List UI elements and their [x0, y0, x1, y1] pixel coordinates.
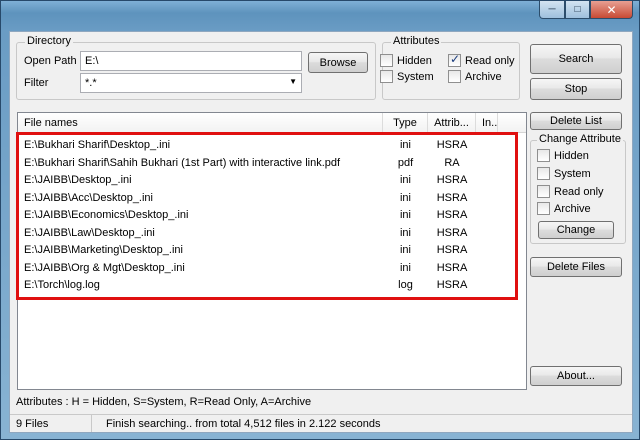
row-attrib: HSRA: [436, 191, 468, 204]
archive-checkbox[interactable]: Archive: [448, 70, 502, 83]
row-attrib: RA: [444, 156, 460, 169]
row-type: ini: [399, 139, 411, 151]
change-archive-checkbox[interactable]: Archive: [537, 202, 591, 215]
client-area: Directory Open Path E:\ Browse Filter *.…: [9, 31, 633, 433]
system-checkbox-label: System: [397, 70, 434, 83]
list-body: E:\Bukhari Sharif\Desktop_.ini ini HSRA E:…: [18, 133, 526, 294]
change-read-only-checkbox[interactable]: Read only: [537, 185, 604, 198]
row-type: ini: [399, 244, 411, 256]
change-button[interactable]: Change: [538, 221, 614, 239]
stop-button[interactable]: Stop: [530, 78, 622, 100]
status-bar: 9 Files Finish searching.. from total 4,…: [10, 414, 632, 432]
list-row[interactable]: E:\Bukhari Sharif\Sahih Bukhari (1st Par…: [18, 154, 526, 172]
list-row[interactable]: E:\JAIBB\Acc\Desktop_.ini ini HSRA: [18, 189, 526, 207]
file-list[interactable]: File names Type Attrib... In... E:\Bukha…: [17, 112, 527, 390]
column-file-names[interactable]: File names: [18, 113, 383, 132]
change-hidden-label: Hidden: [554, 149, 589, 162]
caption-buttons: ─ □ ✕: [539, 1, 633, 19]
change-archive-checkbox-box[interactable]: [537, 202, 550, 215]
filter-label: Filter: [24, 77, 49, 89]
row-attrib: HSRA: [436, 244, 468, 256]
list-row[interactable]: E:\JAIBB\Law\Desktop_.ini ini HSRA: [18, 224, 526, 242]
attributes-legend: Attributes : H = Hidden, S=System, R=Rea…: [16, 396, 312, 408]
row-file-name: E:\Bukhari Sharif\Sahih Bukhari (1st Par…: [24, 156, 341, 169]
change-hidden-checkbox-box[interactable]: [537, 149, 550, 162]
system-checkbox-box[interactable]: [380, 70, 393, 83]
list-row[interactable]: E:\JAIBB\Marketing\Desktop_.ini ini HSRA: [18, 241, 526, 259]
row-file-name: E:\Torch\log.log: [24, 279, 100, 291]
row-file-name: E:\JAIBB\Acc\Desktop_.ini: [24, 191, 153, 204]
row-attrib: HSRA: [436, 139, 468, 151]
delete-list-button[interactable]: Delete List: [530, 112, 622, 130]
attributes-group-title: Attributes: [391, 35, 442, 47]
delete-files-button[interactable]: Delete Files: [530, 257, 622, 277]
minimize-button[interactable]: ─: [539, 1, 565, 19]
list-row[interactable]: E:\JAIBB\Economics\Desktop_.ini ini HSRA: [18, 206, 526, 224]
filter-dropdown[interactable]: *.* ▼: [80, 73, 302, 93]
row-type: ini: [399, 191, 411, 204]
filter-value: *.*: [85, 77, 97, 89]
change-read-only-label: Read only: [554, 185, 604, 198]
row-file-name: E:\JAIBB\Desktop_.ini: [24, 174, 132, 186]
row-attrib: HSRA: [436, 279, 468, 291]
row-attrib: HSRA: [436, 209, 468, 221]
list-row[interactable]: E:\JAIBB\Org & Mgt\Desktop_.ini ini HSRA: [18, 259, 526, 277]
list-row[interactable]: E:\JAIBB\Desktop_.ini ini HSRA: [18, 171, 526, 189]
system-checkbox[interactable]: System: [380, 70, 434, 83]
column-type[interactable]: Type: [383, 113, 428, 132]
row-file-name: E:\JAIBB\Economics\Desktop_.ini: [24, 209, 189, 221]
directory-group-title: Directory: [25, 35, 74, 47]
list-row[interactable]: E:\Bukhari Sharif\Desktop_.ini ini HSRA: [18, 136, 526, 154]
hidden-checkbox-box[interactable]: [380, 54, 393, 67]
change-system-label: System: [554, 167, 591, 180]
change-hidden-checkbox[interactable]: Hidden: [537, 149, 589, 162]
column-attributes[interactable]: Attrib...: [428, 113, 476, 132]
row-attrib: HSRA: [436, 174, 468, 186]
close-button[interactable]: ✕: [590, 1, 633, 19]
row-type: ini: [399, 209, 411, 221]
about-button[interactable]: About...: [530, 366, 622, 386]
checkmark-icon: ✓: [450, 52, 461, 66]
title-bar[interactable]: ─ □ ✕: [1, 1, 639, 23]
row-type: pdf: [397, 156, 414, 169]
archive-checkbox-label: Archive: [465, 70, 502, 83]
change-read-only-checkbox-box[interactable]: [537, 185, 550, 198]
read-only-checkbox-box[interactable]: ✓: [448, 52, 461, 67]
row-type: ini: [399, 226, 411, 239]
row-file-name: E:\JAIBB\Org & Mgt\Desktop_.ini: [24, 261, 185, 274]
archive-checkbox-box[interactable]: [448, 70, 461, 83]
read-only-checkbox[interactable]: ✓ Read only: [448, 52, 515, 67]
change-archive-label: Archive: [554, 202, 591, 215]
row-file-name: E:\Bukhari Sharif\Desktop_.ini: [24, 139, 171, 151]
status-file-count: 9 Files: [10, 415, 92, 432]
row-file-name: E:\JAIBB\Marketing\Desktop_.ini: [24, 244, 183, 256]
row-attrib: HSRA: [436, 261, 468, 274]
row-type: ini: [399, 174, 411, 186]
browse-button[interactable]: Browse: [308, 52, 368, 73]
open-path-label: Open Path: [24, 55, 77, 67]
search-button[interactable]: Search: [530, 44, 622, 74]
row-attrib: HSRA: [436, 226, 468, 239]
chevron-down-icon: ▼: [289, 77, 297, 86]
hidden-checkbox-label: Hidden: [397, 54, 432, 67]
row-type: ini: [399, 261, 411, 274]
maximize-button[interactable]: □: [565, 1, 590, 19]
open-path-input[interactable]: E:\: [80, 51, 302, 71]
read-only-checkbox-label: Read only: [465, 54, 515, 67]
list-header: File names Type Attrib... In...: [18, 113, 526, 133]
row-file-name: E:\JAIBB\Law\Desktop_.ini: [24, 226, 155, 239]
app-window: ─ □ ✕ Directory Open Path E:\ Browse Fil…: [0, 0, 640, 440]
column-in[interactable]: In...: [476, 113, 498, 132]
status-message: Finish searching.. from total 4,512 file…: [106, 418, 381, 430]
hidden-checkbox[interactable]: Hidden: [380, 54, 432, 67]
change-system-checkbox-box[interactable]: [537, 167, 550, 180]
change-system-checkbox[interactable]: System: [537, 167, 591, 180]
change-attribute-title: Change Attribute: [537, 133, 623, 145]
list-row[interactable]: E:\Torch\log.log log HSRA: [18, 276, 526, 294]
row-type: log: [398, 279, 413, 291]
